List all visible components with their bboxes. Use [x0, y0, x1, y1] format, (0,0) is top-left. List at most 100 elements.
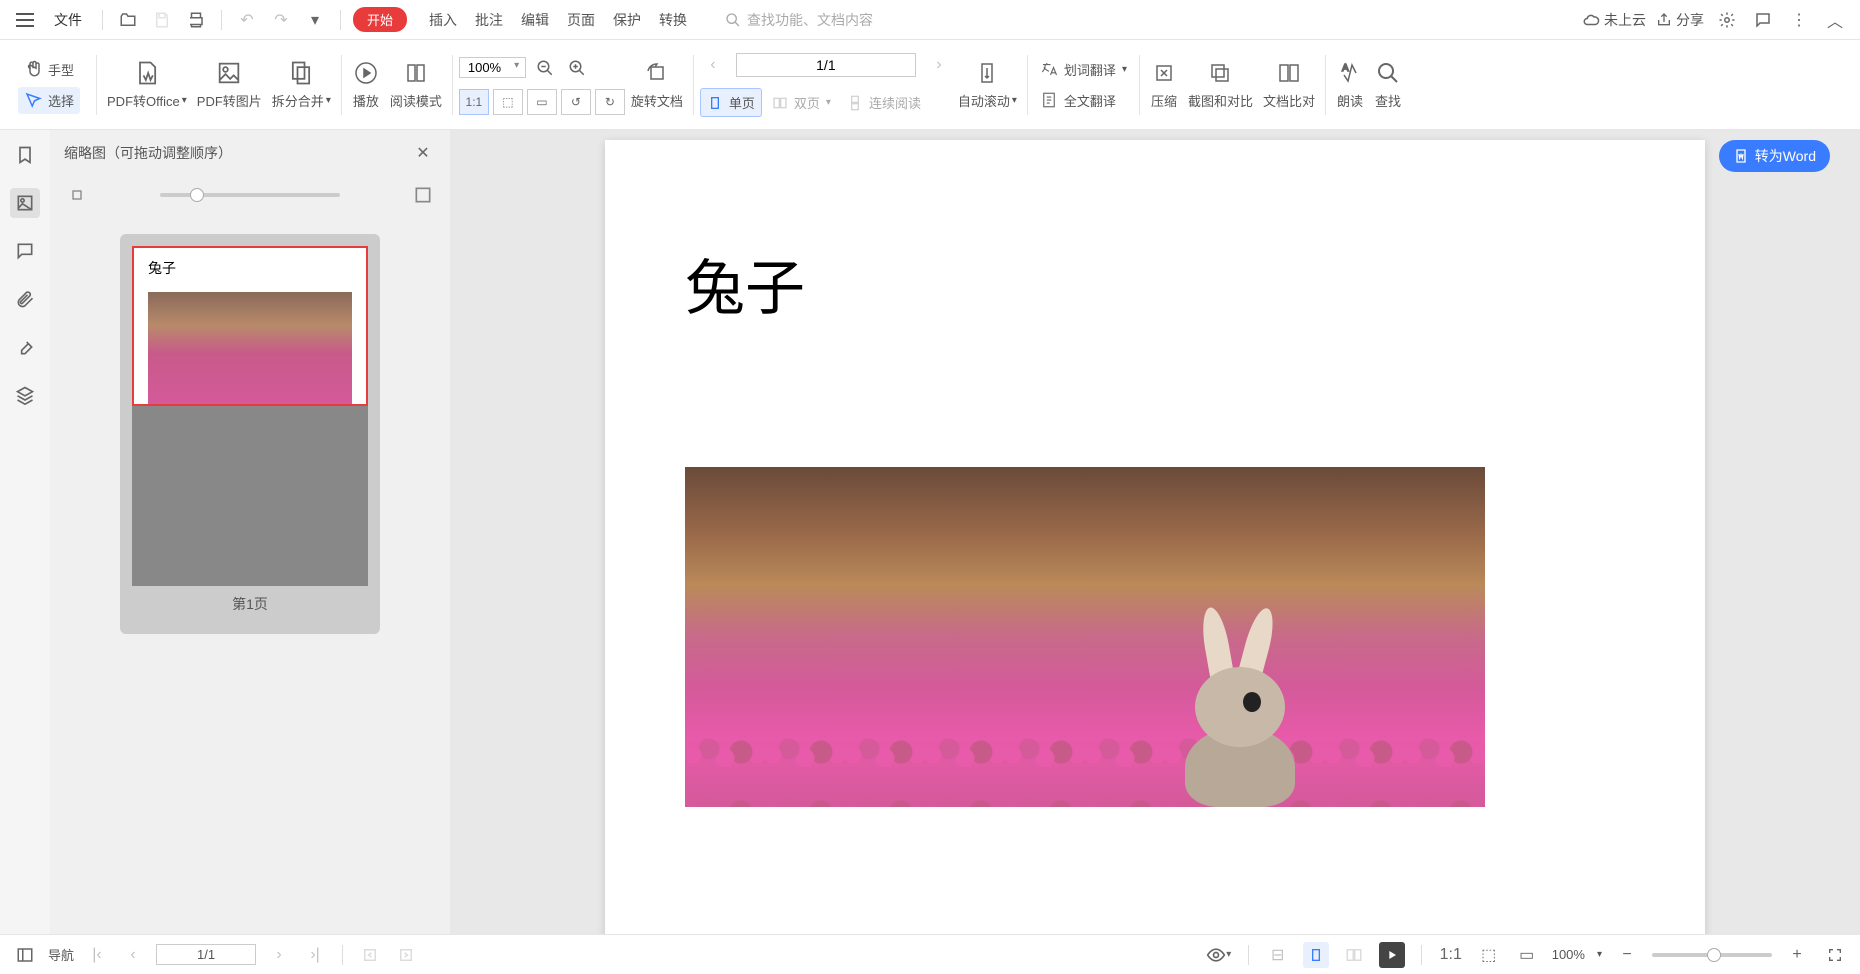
divider [102, 10, 103, 30]
tab-protect[interactable]: 保护 [613, 10, 641, 30]
word-badge-icon [1733, 148, 1749, 164]
pdf-to-image[interactable]: PDF转图片 [193, 55, 266, 114]
single-view-icon[interactable] [1303, 942, 1329, 968]
nav-toggle-icon[interactable] [12, 942, 38, 968]
fit-11[interactable]: 1:1 [459, 89, 489, 115]
forward-icon[interactable] [393, 942, 419, 968]
pen-icon[interactable] [10, 332, 40, 362]
status-page-input[interactable]: 1/1 [156, 944, 256, 965]
open-icon[interactable] [115, 7, 141, 33]
word-translate[interactable]: 划词翻译▾ [1034, 56, 1133, 83]
start-tab[interactable]: 开始 [353, 7, 407, 32]
play-button[interactable]: 播放 [348, 55, 384, 114]
print-icon[interactable] [183, 7, 209, 33]
page-input[interactable]: 1/1 [736, 53, 916, 77]
next-page-icon[interactable]: › [266, 942, 292, 968]
fit-page-status[interactable]: ▭ [1514, 942, 1540, 968]
last-page-icon[interactable]: ›| [302, 942, 328, 968]
tab-annotate[interactable]: 批注 [475, 10, 503, 30]
tab-insert[interactable]: 插入 [429, 10, 457, 30]
zoom-out-icon[interactable] [532, 55, 558, 81]
zoom-select[interactable]: 100% [459, 57, 526, 78]
hand-tool[interactable]: 手型 [18, 56, 80, 83]
close-icon[interactable]: ✕ [410, 140, 436, 166]
zoom-slider-handle[interactable] [1707, 948, 1721, 962]
compress[interactable]: 压缩 [1146, 55, 1182, 114]
translate-icon [1040, 60, 1058, 78]
presentation-icon[interactable] [1379, 942, 1405, 968]
settings-icon[interactable] [1714, 7, 1740, 33]
small-thumb-icon[interactable] [64, 182, 90, 208]
find[interactable]: 查找 [1370, 55, 1406, 114]
rotate-doc[interactable]: 旋转文档 [627, 55, 687, 114]
more-icon[interactable]: ⋮ [1786, 7, 1812, 33]
read-mode[interactable]: 阅读模式 [386, 55, 446, 114]
redo-icon[interactable]: ↷ [268, 7, 294, 33]
doc-compare[interactable]: 文档比对 [1259, 55, 1319, 114]
back-icon[interactable] [357, 942, 383, 968]
search-box[interactable]: 查找功能、文档内容 [725, 10, 873, 30]
thumb-doc-title: 兔子 [134, 248, 366, 282]
zoom-plus-icon[interactable]: + [1784, 942, 1810, 968]
rotate-right-icon[interactable]: ↻ [595, 89, 625, 115]
hamburger-icon[interactable] [12, 7, 38, 33]
slider-handle[interactable] [190, 188, 204, 202]
fit-page-icon[interactable]: ▭ [527, 89, 557, 115]
menubar: 文件 ↶ ↷ ▾ 开始 插入 批注 编辑 页面 保护 转换 查找功能、文档内容 … [0, 0, 1860, 40]
fit-11-status[interactable]: 1:1 [1438, 942, 1464, 968]
auto-scroll[interactable]: 自动滚动▾ [954, 55, 1021, 114]
chat-icon[interactable] [1750, 7, 1776, 33]
single-page-icon [707, 95, 723, 111]
fit-width-icon[interactable]: ⬚ [493, 89, 523, 115]
undo-icon[interactable]: ↶ [234, 7, 260, 33]
fit-width-status[interactable]: ⬚ [1476, 942, 1502, 968]
split-merge[interactable]: 拆分合并▾ [268, 55, 335, 114]
attachment-icon[interactable] [10, 284, 40, 314]
collapse-icon[interactable]: ︿ [1822, 7, 1848, 33]
continuous-icon [847, 95, 863, 111]
thumbnail-icon[interactable] [10, 188, 40, 218]
divider [342, 945, 343, 965]
tab-edit[interactable]: 编辑 [521, 10, 549, 30]
bookmark-icon[interactable] [10, 140, 40, 170]
double-view-icon[interactable] [1341, 942, 1367, 968]
zoom-minus-icon[interactable]: − [1614, 942, 1640, 968]
screenshot-compare[interactable]: 截图和对比 [1184, 55, 1257, 114]
statusbar: 导航 |‹ ‹ 1/1 › ›| ▾ ⊟ 1:1 ⬚ ▭ 100%▾ − + [0, 934, 1860, 974]
prev-page-icon[interactable]: ‹ [120, 942, 146, 968]
thumb-size-slider[interactable] [160, 193, 340, 197]
divider [341, 55, 342, 115]
save-icon[interactable] [149, 7, 175, 33]
cloud-status[interactable]: 未上云 [1582, 10, 1646, 30]
read-aloud[interactable]: A朗读 [1332, 55, 1368, 114]
continuous-view-icon[interactable]: ⊟ [1265, 942, 1291, 968]
full-translate[interactable]: 全文翻译 [1034, 87, 1133, 114]
select-tool[interactable]: 选择 [18, 87, 80, 114]
convert-to-word-badge[interactable]: 转为Word [1719, 140, 1830, 172]
zoom-in-icon[interactable] [564, 55, 590, 81]
canvas-area[interactable]: 兔子 [450, 130, 1860, 934]
thumb-image [148, 292, 352, 404]
continuous-mode[interactable]: 连续阅读 [841, 88, 927, 117]
divider [1248, 945, 1249, 965]
fullscreen-icon[interactable] [1822, 942, 1848, 968]
tab-page[interactable]: 页面 [567, 10, 595, 30]
thumbnail-card[interactable]: 兔子 第1页 [120, 234, 380, 634]
double-page-mode[interactable]: 双页▾ [766, 88, 837, 117]
rotate-left-icon[interactable]: ↺ [561, 89, 591, 115]
large-thumb-icon[interactable] [410, 182, 436, 208]
tab-convert[interactable]: 转换 [659, 10, 687, 30]
prev-page-icon[interactable]: ‹ [700, 52, 726, 78]
thumbnail-panel: 缩略图（可拖动调整顺序） ✕ 兔子 第1页 [50, 130, 450, 934]
next-page-icon[interactable]: › [926, 52, 952, 78]
first-page-icon[interactable]: |‹ [84, 942, 110, 968]
layers-icon[interactable] [10, 380, 40, 410]
dropdown-icon[interactable]: ▾ [302, 7, 328, 33]
single-page-mode[interactable]: 单页 [700, 88, 762, 117]
share-button[interactable]: 分享 [1656, 10, 1704, 30]
zoom-slider[interactable] [1652, 953, 1772, 957]
comment-icon[interactable] [10, 236, 40, 266]
pdf-to-office[interactable]: PDF转Office▾ [103, 55, 191, 114]
file-menu[interactable]: 文件 [46, 6, 90, 34]
eye-icon[interactable]: ▾ [1206, 942, 1232, 968]
